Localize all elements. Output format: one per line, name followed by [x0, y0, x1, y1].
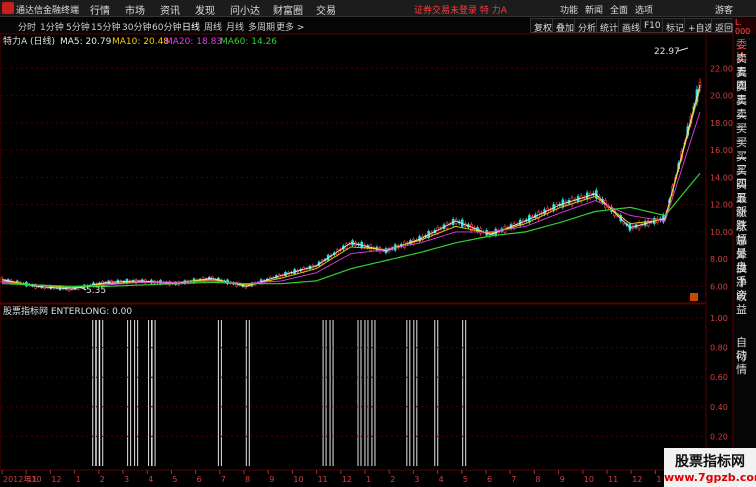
- price-tick-label: 18.00: [710, 119, 733, 128]
- price-tick-label: 16.00: [710, 146, 733, 155]
- date-tick-label: 3: [124, 475, 129, 484]
- date-tick-label: 5: [463, 475, 468, 484]
- date-tick-label: 4: [439, 475, 444, 484]
- date-tick-label: 2: [100, 475, 105, 484]
- indicator-tick-label: 1.00: [710, 314, 728, 323]
- price-tick-label: 12.00: [710, 201, 733, 210]
- ma20-legend: MA20: 18.83: [165, 37, 222, 47]
- main-chart-frame: [0, 34, 707, 304]
- date-tick-label: 10: [293, 475, 303, 484]
- price-tick-label: 8.00: [710, 255, 728, 264]
- tool-f10[interactable]: F10: [640, 18, 665, 33]
- date-tick-label: 11: [608, 475, 618, 484]
- menu-item-faxian[interactable]: 发现: [195, 2, 215, 17]
- date-tick-label: 2: [390, 475, 395, 484]
- menu-item-hangqing[interactable]: 行情: [90, 2, 110, 17]
- menu-item-xinwen[interactable]: 新闻: [585, 3, 603, 16]
- price-tick-label: 14.00: [710, 173, 733, 182]
- period-60min[interactable]: 60分钟: [152, 20, 181, 33]
- date-tick-label: 12: [632, 475, 642, 484]
- period-weekly[interactable]: 周线: [204, 20, 222, 33]
- date-tick-label: 1: [656, 475, 661, 484]
- menu-item-gongneng[interactable]: 功能: [560, 3, 578, 16]
- menu-item-xuanxiang[interactable]: 选项: [635, 3, 653, 16]
- date-tick-label: 11: [318, 475, 328, 484]
- stock-code-badge: L. 000: [733, 17, 756, 36]
- date-tick-label: 1: [76, 475, 81, 484]
- date-tick-label: 8: [535, 475, 540, 484]
- date-tick-label: 4: [148, 475, 153, 484]
- indicator-tick-label: 0.80: [710, 344, 728, 353]
- period-multi[interactable]: 多周期: [248, 20, 275, 33]
- ma10-legend: MA10: 20.48: [112, 37, 169, 47]
- kline-chart[interactable]: 22.0020.0018.0016.0014.0012.0010.008.006…: [0, 34, 733, 487]
- quote-earnings[interactable]: 收益: [736, 290, 756, 316]
- app-title: 通达信金融终端: [16, 6, 80, 16]
- user-label[interactable]: 游客: [715, 3, 733, 16]
- price-tick-label: 20.00: [710, 92, 733, 101]
- indicator-tick-label: 0.20: [710, 432, 728, 441]
- date-tick-label: 12: [51, 475, 61, 484]
- menu-item-quanmian[interactable]: 全面: [610, 3, 628, 16]
- quote-panel: 委比 卖五 卖四 卖三 卖二 卖一 买一 买二 买三 买四 买五 最新 涨跌 涨…: [733, 34, 756, 487]
- watermark-url: www.7gpzb.com: [664, 471, 756, 484]
- menu-item-shichang[interactable]: 市场: [125, 2, 145, 17]
- date-tick-label: 1: [366, 475, 371, 484]
- period-monthly[interactable]: 月线: [226, 20, 244, 33]
- menu-item-wenxiaoda[interactable]: 问小达: [230, 2, 260, 17]
- date-tick-label: 9: [560, 475, 565, 484]
- date-tick-label: 7: [221, 475, 226, 484]
- period-1min[interactable]: 1分钟: [40, 20, 64, 33]
- ma5-legend: MA5: 20.79: [60, 37, 112, 47]
- ma60-legend: MA60: 14.26: [220, 37, 277, 47]
- price-axis: 22.00 20.00 18.00 16.00 14.00 12.00 10.00 8.00 6…: [710, 64, 733, 291]
- period-15min[interactable]: 15分钟: [91, 20, 120, 33]
- site-watermark: 股票指标网 www.7gpzb.com: [664, 448, 756, 487]
- indicator-tick-label: 0.40: [710, 403, 728, 412]
- stock-title: 特力A (日线): [3, 35, 55, 47]
- quote-button[interactable]: 行情: [736, 350, 756, 376]
- date-tick-label: 12: [342, 475, 352, 484]
- period-30min[interactable]: 30分钟: [122, 20, 151, 33]
- login-warning[interactable]: 证券交易未登录 特 力A: [414, 3, 507, 16]
- price-tick-label: 6.00: [710, 282, 728, 291]
- period-toolbar: 分时 1分钟 5分钟 15分钟 30分钟 60分钟 日线 周线 月线 多周期 更…: [0, 17, 756, 34]
- date-tick-label: 11: [27, 475, 37, 484]
- period-daily[interactable]: 日线: [182, 20, 200, 33]
- indicator-frame: [0, 303, 707, 471]
- date-tick-label: 3: [414, 475, 419, 484]
- high-price-label: 22.97: [654, 47, 680, 57]
- date-tick-label: 7: [511, 475, 516, 484]
- low-price-label: 5.35: [86, 286, 106, 296]
- menu-item-zixun[interactable]: 资讯: [160, 2, 180, 17]
- indicator-tick-label: 0.60: [710, 373, 728, 382]
- price-tick-label: 10.00: [710, 228, 733, 237]
- app-logo-icon: [2, 2, 14, 14]
- date-axis: 2012年1011 12 1 2 3 4 5 6 7 8 9 10 11 12 1 2 3 4 5 6 7 8 9 10 11 1…: [1, 470, 686, 484]
- date-tick-label: 9: [269, 475, 274, 484]
- date-tick-label: 8: [245, 475, 250, 484]
- period-fenshi[interactable]: 分时: [18, 20, 36, 33]
- date-tick-label: 6: [487, 475, 492, 484]
- price-tick-label: 22.00: [710, 64, 733, 73]
- period-more[interactable]: 更多 >: [276, 20, 304, 33]
- indicator-title: 股票指标网 ENTERLONG: 0.00: [3, 305, 132, 317]
- date-tick-label: 10: [584, 475, 594, 484]
- watermark-title: 股票指标网: [675, 454, 745, 470]
- date-tick-label: 6: [197, 475, 202, 484]
- menu-bar: 通达信金融终端 行情 市场 资讯 发现 问小达 财富圈 交易 证券交易未登录 特…: [0, 0, 756, 17]
- period-5min[interactable]: 5分钟: [66, 20, 90, 33]
- menu-item-jiaoyi[interactable]: 交易: [316, 2, 336, 17]
- menu-item-caifuquan[interactable]: 财富圈: [273, 2, 303, 17]
- date-tick-label: 5: [172, 475, 177, 484]
- event-marker-icon[interactable]: [690, 293, 698, 301]
